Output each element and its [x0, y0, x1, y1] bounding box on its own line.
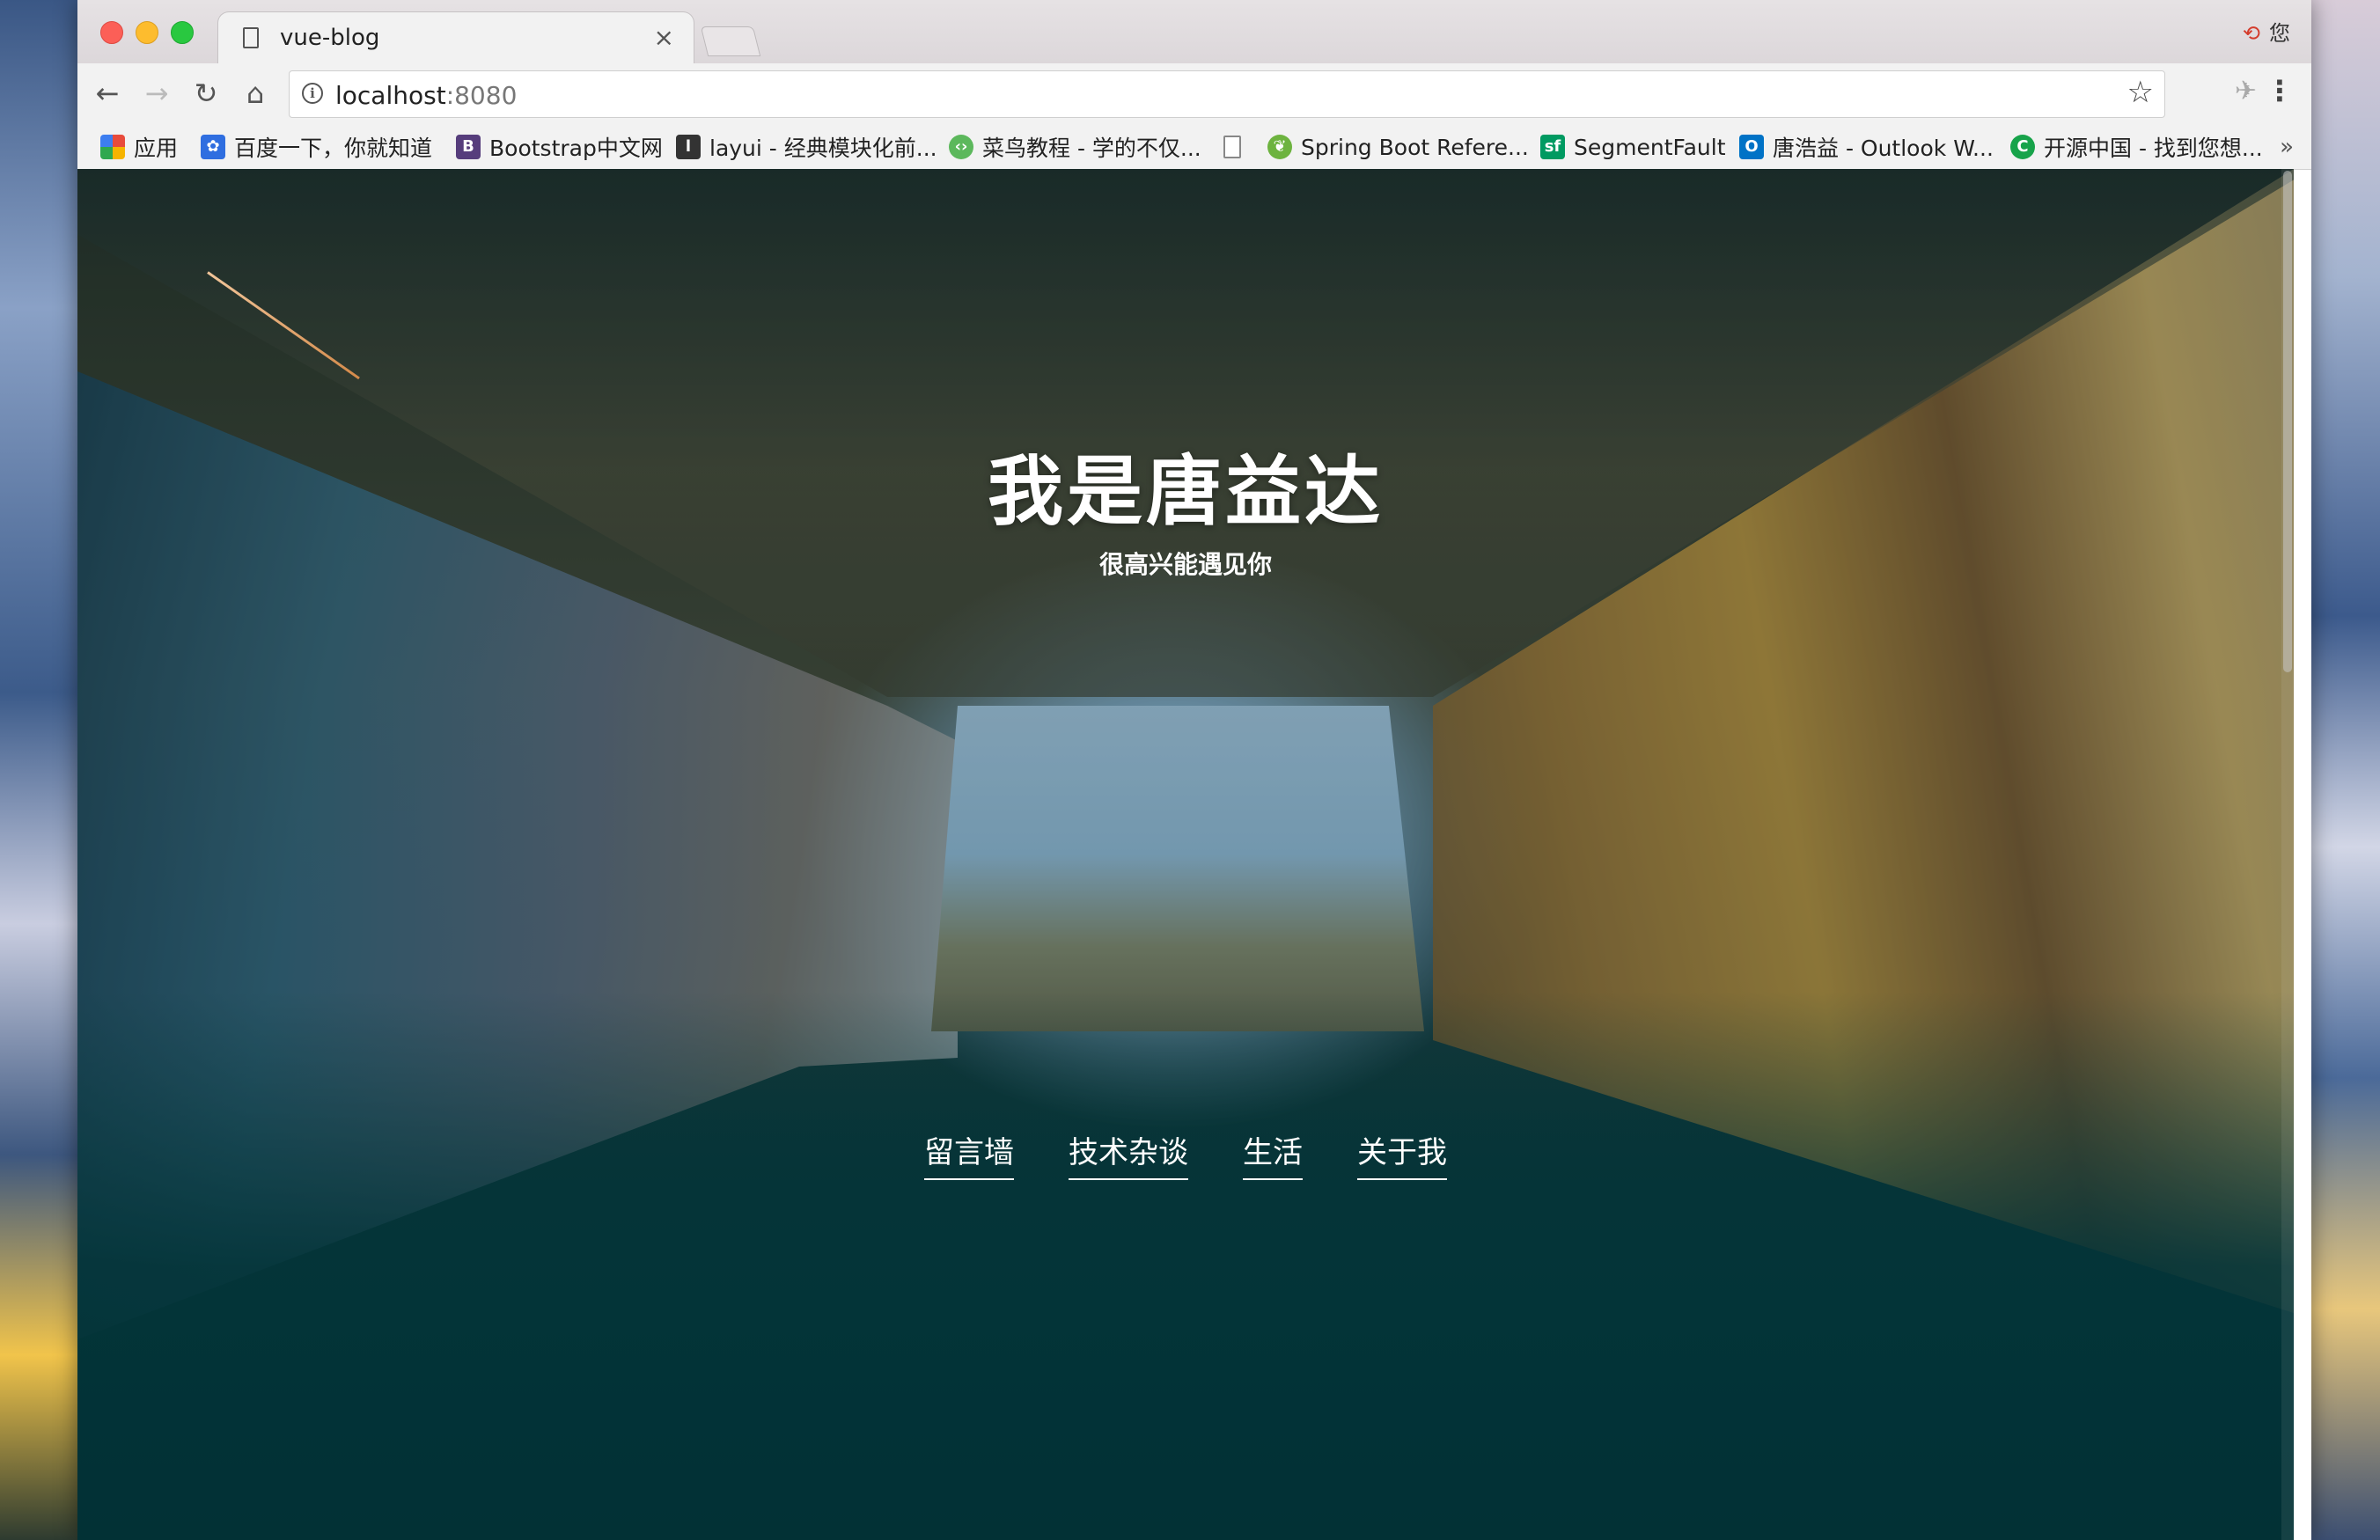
- bookmark-baidu[interactable]: ✿ 百度一下，你就知道: [201, 132, 432, 162]
- page-viewport: 我是唐益达 很高兴能遇见你 留言墙 技术杂谈 生活 关于我: [77, 169, 2294, 1540]
- bookmarks-overflow-button[interactable]: »: [2280, 134, 2294, 160]
- bookmark-segmentfault[interactable]: sf SegmentFault: [1540, 132, 1726, 162]
- page-scrollbar[interactable]: [2281, 169, 2294, 1540]
- bookmark-bootstrap[interactable]: B Bootstrap中文网: [456, 132, 663, 162]
- nav-link-about[interactable]: 关于我: [1357, 1128, 1447, 1180]
- baidu-paw-icon: ✿: [201, 135, 225, 159]
- hero-subtitle: 很高兴能遇见你: [1098, 550, 1272, 579]
- bookmark-oschina[interactable]: C 开源中国 - 找到您想...: [2010, 132, 2263, 162]
- apps-grid-icon: [100, 135, 125, 159]
- menu-icon[interactable]: ⋮: [2266, 74, 2294, 107]
- reload-icon[interactable]: ↻: [187, 74, 225, 113]
- segmentfault-icon: sf: [1540, 135, 1565, 159]
- spring-icon: ❦: [1267, 135, 1292, 159]
- close-window-button[interactable]: [100, 21, 123, 44]
- home-icon[interactable]: ⌂: [236, 74, 275, 113]
- back-arrow-icon[interactable]: ←: [88, 74, 127, 113]
- desktop-wallpaper-right: [2311, 0, 2380, 1540]
- tab-title: vue-blog: [280, 25, 380, 51]
- bookmark-runoob[interactable]: ‹› 菜鸟教程 - 学的不仅...: [949, 132, 1201, 162]
- nav-link-tech[interactable]: 技术杂谈: [1069, 1128, 1188, 1180]
- layui-icon: l: [676, 135, 701, 159]
- info-icon[interactable]: i: [302, 83, 323, 104]
- bookmark-spring[interactable]: ❦ Spring Boot Refere...: [1267, 132, 1529, 162]
- browser-toolbar: ← → ↻ ⌂ i localhost:8080 ☆ ✈ ⋮: [77, 63, 2311, 125]
- desktop-wallpaper-left: [0, 0, 79, 1540]
- browser-window: vue-blog × ⟲ 您 ← → ↻ ⌂ i localhost:8080 ☆…: [77, 0, 2311, 1540]
- scrollbar-thumb[interactable]: [2283, 171, 2292, 672]
- bookmark-apps[interactable]: 应用: [100, 132, 178, 162]
- oschina-icon: C: [2010, 135, 2035, 159]
- maximize-window-button[interactable]: [171, 21, 194, 44]
- extension-icon: ⟲: [2242, 21, 2260, 46]
- blank-page-icon: [1223, 136, 1241, 158]
- nav-link-message-wall[interactable]: 留言墙: [924, 1128, 1014, 1180]
- extension-badge[interactable]: ⟲ 您: [2243, 16, 2290, 47]
- extension-plane-icon[interactable]: ✈: [2235, 76, 2257, 106]
- hero-nav: 留言墙 技术杂谈 生活 关于我: [77, 1128, 2294, 1180]
- runoob-icon: ‹›: [949, 135, 973, 159]
- bookmarks-bar: 应用 ✿ 百度一下，你就知道 B Bootstrap中文网 l layui - …: [77, 125, 2311, 170]
- bookmark-blank[interactable]: [1223, 132, 1250, 162]
- star-icon[interactable]: ☆: [2127, 75, 2154, 110]
- hero-title: 我是唐益达: [988, 447, 1384, 536]
- tab-vue-blog[interactable]: vue-blog ×: [218, 12, 694, 63]
- hero-section: 我是唐益达 很高兴能遇见你 留言墙 技术杂谈 生活 关于我: [77, 169, 2294, 1540]
- minimize-window-button[interactable]: [136, 21, 158, 44]
- tab-strip: vue-blog × ⟲ 您: [77, 0, 2311, 63]
- new-tab-button[interactable]: [700, 26, 761, 56]
- page-icon: [243, 27, 259, 48]
- nav-link-life[interactable]: 生活: [1243, 1128, 1303, 1180]
- bookmark-layui[interactable]: l layui - 经典模块化前...: [676, 132, 937, 162]
- tab-close-icon[interactable]: ×: [654, 23, 674, 52]
- outlook-icon: O: [1739, 135, 1764, 159]
- url-text[interactable]: localhost:8080: [335, 81, 517, 110]
- bootstrap-icon: B: [456, 135, 481, 159]
- address-bar[interactable]: i localhost:8080 ☆: [289, 70, 2165, 118]
- forward-arrow-icon[interactable]: →: [137, 74, 176, 113]
- bookmark-outlook[interactable]: O 唐浩益 - Outlook W...: [1739, 132, 1994, 162]
